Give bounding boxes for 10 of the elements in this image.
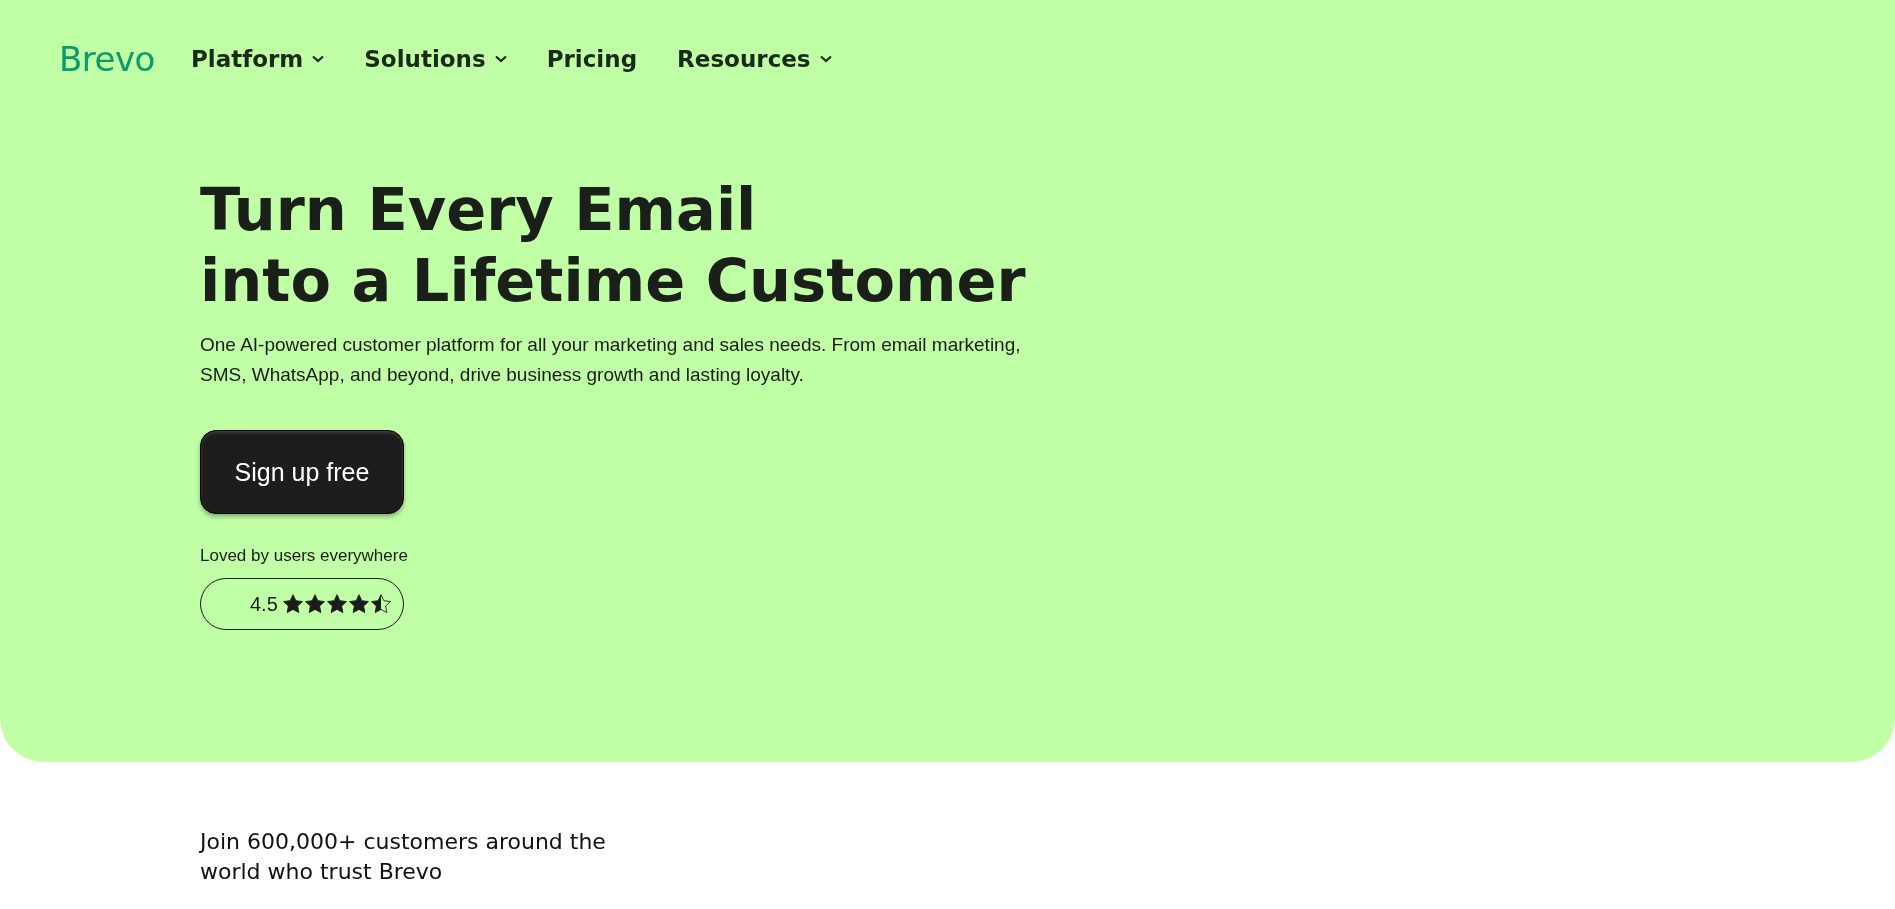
hero-subtitle: One AI-powered customer platform for all your marketing and sales needs. From email marketing, SMS, WhatsApp, and beyond, drive business growth and lasting loyalty. <box>200 333 1022 387</box>
nav-link[interactable]: Platform <box>190 46 325 72</box>
nav-link[interactable]: Pricing <box>546 46 638 72</box>
trust-text: Join 600,000+ customers around the world who trust Brevo <box>200 828 607 886</box>
rating-label: Loved by users everywhere <box>200 546 409 566</box>
hero-title: Turn Every Email into a Lifetime Customer <box>200 174 1027 316</box>
rating-score: 4.5 <box>250 592 278 616</box>
sign-up-button[interactable]: Sign up free <box>200 430 404 514</box>
nav-link[interactable]: Resources <box>677 46 832 72</box>
nav-link[interactable]: Solutions <box>364 46 507 72</box>
